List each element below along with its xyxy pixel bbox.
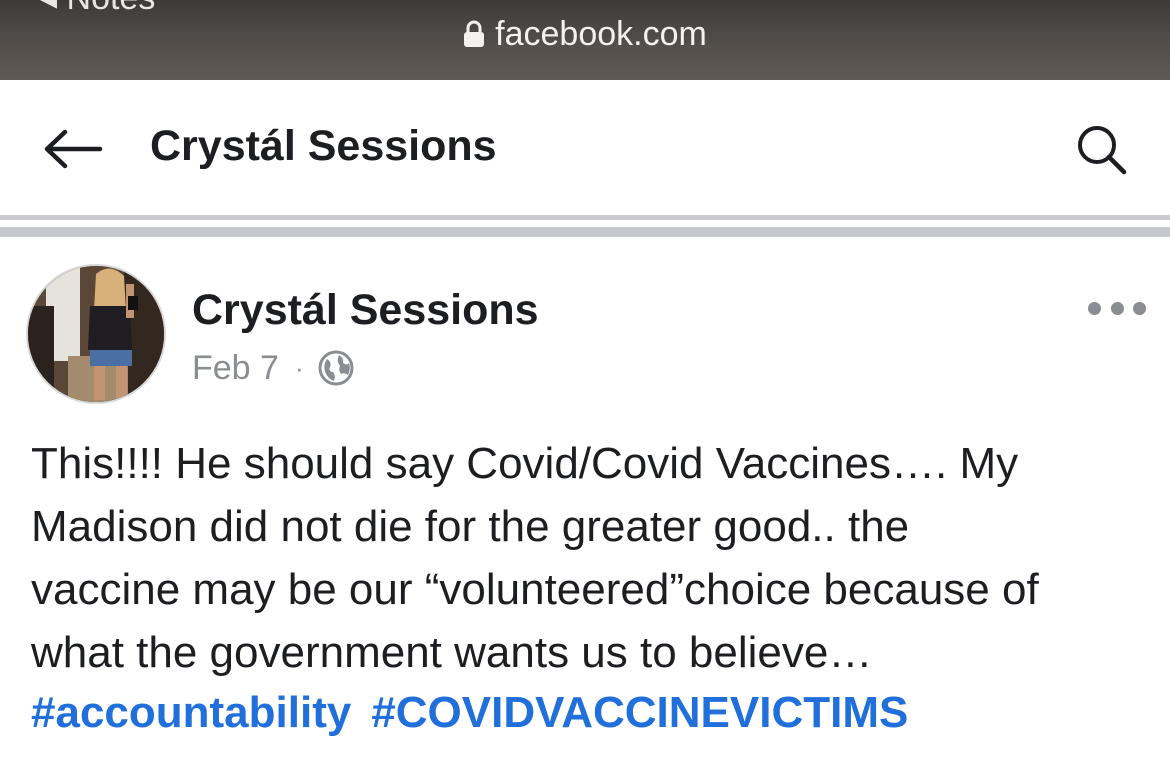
post-text-line: This!!!! He should say Covid/Covid Vacci… [31,439,1019,488]
post-author-name[interactable]: Crystál Sessions [192,286,539,335]
hashtag-link-accountability[interactable]: #accountability [31,688,351,737]
hashtag-link-covidvaccinevictims[interactable]: #COVIDVACCINEVICTIMS [371,688,908,737]
url-text: facebook.com [495,15,707,53]
post-text-line: Madison did not die for the greater good… [31,502,910,551]
more-options-icon[interactable] [1088,296,1146,320]
page-header: Crystál Sessions [0,80,1170,215]
browser-url-bar: ◂ Notes facebook.com [0,0,1170,80]
more-dot [1133,301,1146,315]
search-icon[interactable] [1076,124,1128,176]
globe-icon [318,350,354,386]
meta-separator: · [294,352,304,383]
more-dot [1088,301,1101,315]
more-dot [1110,301,1124,315]
page-title: Crystál Sessions [150,122,497,170]
avatar[interactable] [26,264,166,404]
address-bar[interactable]: facebook.com [0,12,1170,59]
screen: ◂ Notes facebook.com Crystál Sessions [0,0,1170,763]
header-divider [0,215,1170,220]
back-arrow-icon[interactable] [42,128,104,170]
post-text: This!!!! He should say Covid/Covid Vacci… [31,432,1151,684]
post-text-line: what the government wants us to believe… [31,628,873,677]
lock-icon [463,15,485,59]
post-text-line: vaccine may be our “volunteered”choice b… [31,565,1039,614]
section-divider [0,227,1170,237]
post-hashtags: #accountability #COVIDVACCINEVICTIMS [31,684,928,742]
post-date[interactable]: Feb 7 [192,349,279,388]
post-meta: Feb 7 · [192,346,354,390]
